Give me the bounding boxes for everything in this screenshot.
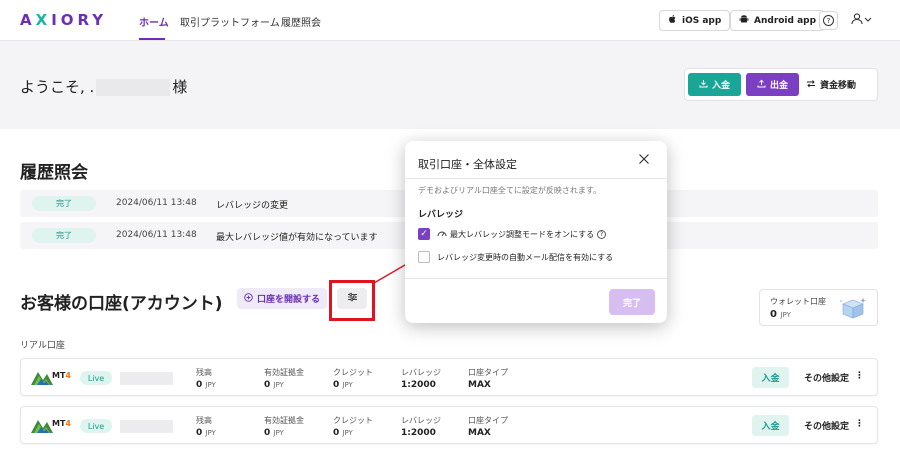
real-accounts-label: リアル口座 xyxy=(20,341,65,351)
kebab-icon: ⋮ xyxy=(855,419,865,429)
global-settings-modal: 取引口座・全体設定 デモおよびリアル口座全てに設定が反映されます。 レバレッジ … xyxy=(405,141,667,323)
margin-column: 有効証拠金 0 JPY xyxy=(264,368,304,390)
leverage-column: レバレッジ 1:2000 xyxy=(401,368,441,390)
account-number-redacted xyxy=(120,420,173,433)
live-badge: Live xyxy=(80,371,112,385)
max-leverage-checkbox[interactable]: ✓ xyxy=(418,228,430,240)
modal-title: 取引口座・全体設定 xyxy=(418,158,517,171)
leverage-section-label: レバレッジ xyxy=(418,210,464,220)
axiory-logo[interactable]: AXIORY xyxy=(20,11,107,29)
nav-trading-platform[interactable]: 取引プラットフォーム xyxy=(180,14,280,29)
modal-divider xyxy=(405,278,667,279)
close-icon[interactable] xyxy=(638,153,650,169)
live-badge: Live xyxy=(80,419,112,433)
status-badge: 完了 xyxy=(32,228,96,243)
account-number-redacted xyxy=(120,372,173,385)
android-icon xyxy=(739,14,749,27)
nav-history[interactable]: 履歴照会 xyxy=(281,14,321,29)
ios-app-label: iOS app xyxy=(682,15,722,26)
account-type-column: 口座タイプ MAX xyxy=(468,368,508,390)
transfer-label: 資金移動 xyxy=(820,81,857,91)
wallet-value: 0 JPY xyxy=(770,309,791,320)
wallet-account-card[interactable]: ウォレット口座 0 JPY xyxy=(759,289,878,326)
android-app-button[interactable]: Android app xyxy=(730,10,826,31)
plus-circle-icon xyxy=(244,292,253,305)
android-app-label: Android app xyxy=(754,15,817,26)
account-deposit-button[interactable]: 入金 xyxy=(752,415,789,436)
question-icon: ? xyxy=(823,15,834,26)
user-icon xyxy=(851,13,872,25)
nav-active-indicator xyxy=(139,38,165,40)
nav-home[interactable]: ホーム xyxy=(139,14,169,29)
download-icon xyxy=(699,79,708,91)
credit-column: クレジット 0 JPY xyxy=(333,368,373,390)
gauge-icon xyxy=(437,229,447,240)
ios-app-button[interactable]: iOS app xyxy=(659,10,731,31)
user-menu[interactable] xyxy=(851,13,873,28)
platform-label: MT4 xyxy=(52,419,71,428)
margin-column: 有効証拠金 0 JPY xyxy=(264,416,304,438)
welcome-prefix: ようこそ, . xyxy=(20,78,95,96)
modal-description: デモおよびリアル口座全てに設定が反映されます。 xyxy=(418,186,602,195)
help-button[interactable]: ? xyxy=(819,11,838,30)
credit-column: クレジット 0 JPY xyxy=(333,416,373,438)
max-leverage-option: 最大レバレッジ調整モードをオンにする ? xyxy=(437,229,607,240)
deposit-label: 入金 xyxy=(711,81,730,91)
other-settings-button[interactable]: その他設定 ⋮ xyxy=(804,419,864,432)
history-text: 最大レバレッジ値が有効になっています xyxy=(216,233,378,243)
open-account-button[interactable]: 口座を開設する xyxy=(237,288,327,309)
account-row[interactable]: MT4 Live 残高 0 JPY 有効証拠金 0 JPY クレジット 0 JP… xyxy=(20,406,878,444)
account-row[interactable]: MT4 Live 残高 0 JPY 有効証拠金 0 JPY クレジット 0 JP… xyxy=(20,358,878,396)
withdraw-button[interactable]: 出金 xyxy=(746,73,799,96)
history-text: レバレッジの変更 xyxy=(216,201,289,211)
done-button[interactable]: 完了 xyxy=(609,289,655,315)
withdraw-label: 出金 xyxy=(769,81,788,91)
platform-label: MT4 xyxy=(52,371,71,380)
balance-column: 残高 0 JPY xyxy=(196,368,216,390)
leverage-column: レバレッジ 1:2000 xyxy=(401,416,441,438)
transfer-icon xyxy=(806,79,816,91)
top-header: AXIORY ホーム 取引プラットフォーム 履歴照会 iOS app Andro… xyxy=(0,0,900,41)
history-date: 2024/06/11 13:48 xyxy=(116,198,197,208)
auto-email-checkbox[interactable] xyxy=(418,251,430,263)
help-icon[interactable]: ? xyxy=(597,230,607,239)
kebab-icon: ⋮ xyxy=(855,371,865,381)
accounts-title: お客様の口座(アカウント) xyxy=(20,294,223,314)
auto-email-label: レバレッジ変更時の自動メール配信を有効にする xyxy=(437,253,614,262)
welcome-text: ようこそ, . 様 xyxy=(20,76,187,97)
modal-divider xyxy=(405,178,667,179)
wallet-box-icon xyxy=(840,298,866,319)
status-badge: 完了 xyxy=(32,196,96,211)
max-leverage-label: 最大レバレッジ調整モードをオンにする xyxy=(450,230,595,239)
history-date: 2024/06/11 13:48 xyxy=(116,230,197,240)
upload-icon xyxy=(757,79,766,91)
account-deposit-button[interactable]: 入金 xyxy=(752,367,789,388)
transfer-button[interactable]: 資金移動 xyxy=(806,73,856,96)
deposit-button[interactable]: 入金 xyxy=(688,73,741,96)
other-settings-button[interactable]: その他設定 ⋮ xyxy=(804,371,864,384)
open-account-label: 口座を開設する xyxy=(256,295,320,305)
highlight-annotation-box xyxy=(329,280,375,321)
apple-icon xyxy=(668,14,677,27)
wallet-label: ウォレット口座 xyxy=(770,297,826,306)
welcome-suffix: 様 xyxy=(172,78,188,96)
history-title: 履歴照会 xyxy=(20,163,88,183)
account-type-column: 口座タイプ MAX xyxy=(468,416,508,438)
balance-column: 残高 0 JPY xyxy=(196,416,216,438)
user-name-redacted xyxy=(96,79,171,96)
